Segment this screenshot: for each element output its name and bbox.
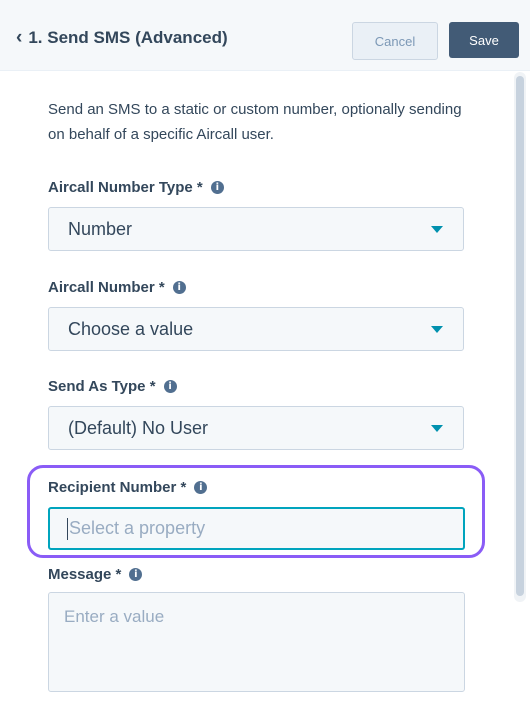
aircall-number-dropdown[interactable]: Choose a value <box>48 307 464 351</box>
scrollbar-thumb[interactable] <box>516 76 524 596</box>
message-label: Message * i <box>48 566 143 583</box>
panel-title: 1. Send SMS (Advanced) <box>28 28 228 47</box>
caret-down-icon <box>431 425 443 432</box>
recipient-number-label-text: Recipient Number * <box>48 479 187 496</box>
caret-down-icon <box>431 326 443 333</box>
panel-header: ‹ 1. Send SMS (Advanced) Cancel Save <box>0 0 530 71</box>
send-as-type-label-text: Send As Type * <box>48 378 156 395</box>
send-as-type-label: Send As Type * i <box>48 378 177 395</box>
info-icon[interactable]: i <box>129 568 143 581</box>
text-cursor <box>67 517 68 540</box>
aircall-number-label: Aircall Number * i <box>48 279 186 296</box>
number-type-label: Aircall Number Type * i <box>48 179 224 196</box>
action-description: Send an SMS to a static or custom number… <box>48 101 462 143</box>
cancel-button[interactable]: Cancel <box>352 22 438 60</box>
info-icon[interactable]: i <box>172 281 186 294</box>
scrollbar[interactable] <box>514 72 526 602</box>
chevron-left-icon: ‹ <box>16 26 23 48</box>
recipient-number-label: Recipient Number * i <box>48 479 208 496</box>
info-icon[interactable]: i <box>163 380 177 393</box>
recipient-number-placeholder: Select a property <box>69 518 206 538</box>
aircall-number-value: Choose a value <box>68 318 194 339</box>
recipient-number-input[interactable]: Select a property <box>48 507 465 550</box>
send-as-type-dropdown[interactable]: (Default) No User <box>48 406 464 450</box>
number-type-value: Number <box>68 218 133 239</box>
info-icon[interactable]: i <box>210 181 224 194</box>
message-placeholder: Enter a value <box>64 607 165 626</box>
caret-down-icon <box>431 226 443 233</box>
number-type-dropdown[interactable]: Number <box>48 207 464 251</box>
aircall-number-label-text: Aircall Number * <box>48 279 165 296</box>
message-label-text: Message * <box>48 566 122 583</box>
info-icon[interactable]: i <box>194 481 208 494</box>
back-button[interactable]: ‹ 1. Send SMS (Advanced) <box>16 28 228 48</box>
save-button[interactable]: Save <box>449 22 519 58</box>
send-as-type-value: (Default) No User <box>68 417 209 438</box>
message-textarea[interactable]: Enter a value <box>48 592 465 692</box>
number-type-label-text: Aircall Number Type * <box>48 179 203 196</box>
